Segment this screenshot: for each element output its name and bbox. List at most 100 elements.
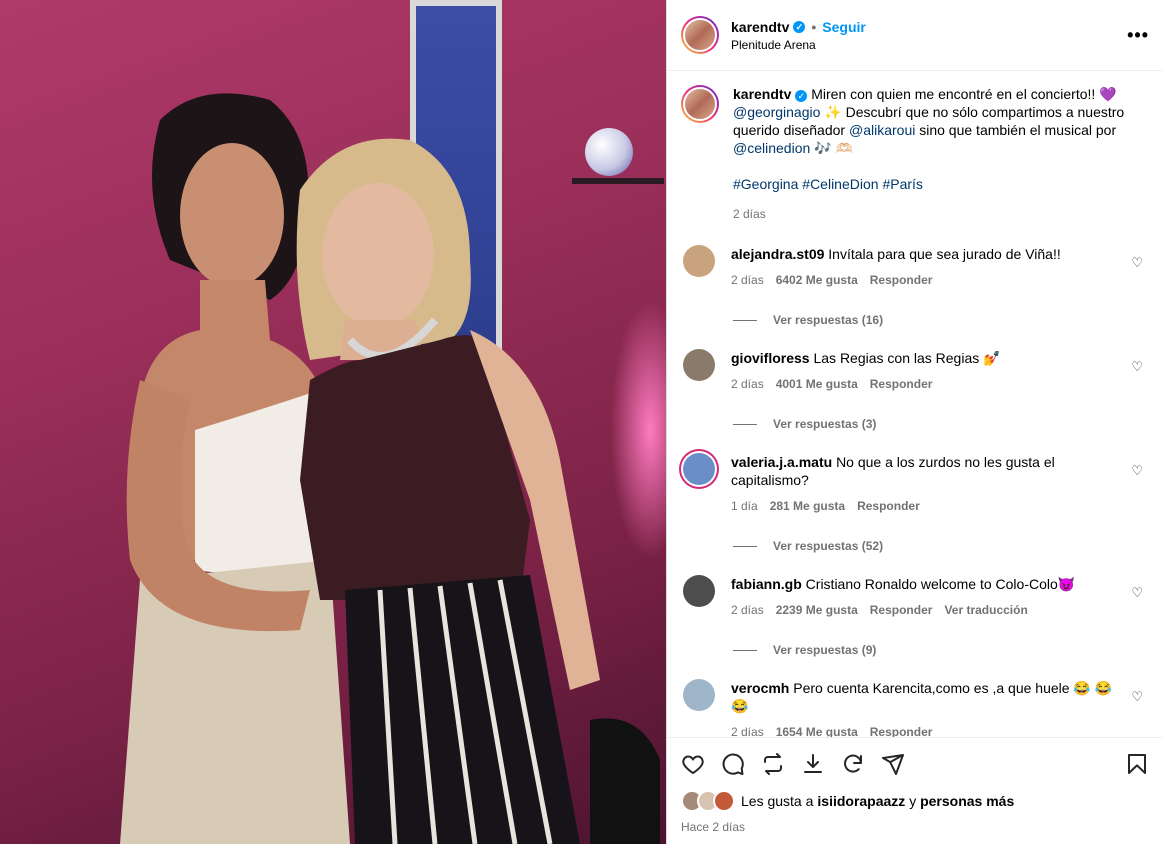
comment-like-heart-icon[interactable]: ♡ [1131,689,1143,705]
people-illustration [120,93,660,844]
comment-time[interactable]: 1 día [731,497,758,515]
view-replies-button[interactable]: Ver respuestas (52) [733,539,1149,553]
download-icon[interactable] [801,752,825,776]
comment-avatar[interactable] [683,349,715,381]
author-username[interactable]: karendtv [731,19,789,35]
replies-divider [733,423,757,425]
replies-divider [733,319,757,321]
comment-text: Cristiano Ronaldo welcome to Colo-Colo😈 [805,576,1076,592]
caption-avatar[interactable] [681,85,719,123]
comment-time[interactable]: 2 días [731,271,764,289]
comment-like-heart-icon[interactable]: ♡ [1131,255,1143,271]
caption-username[interactable]: karendtv [733,86,791,102]
comment-time[interactable]: 2 días [731,375,764,393]
comment-time[interactable]: 2 días [731,601,764,619]
comment-likes[interactable]: 4001 Me gusta [776,375,858,393]
likes-prefix: Les gusta a [741,793,814,809]
verified-badge-icon: ✓ [793,20,806,33]
comment-block: alejandra.st09 Invítala para que sea jur… [681,245,1149,327]
reply-button[interactable]: Responder [870,271,933,289]
comment-item: verocmh Pero cuenta Karencita,como es ,a… [681,679,1149,738]
mention-link[interactable]: @celinedion [733,140,810,156]
replies-label: Ver respuestas (16) [773,313,884,327]
caption-text-3: sino que también el musical por [915,122,1117,138]
caption-time[interactable]: 2 días [733,205,1149,223]
post-actions-bar: Les gusta a isiidorapaazz y personas más… [667,737,1163,844]
post-location[interactable]: Plenitude Arena [731,38,1127,52]
refresh-icon[interactable] [841,752,865,776]
bookmark-icon[interactable] [1125,752,1149,776]
reply-button[interactable]: Responder [857,497,920,515]
comment-item: valeria.j.a.matu No que a los zurdos no … [681,453,1149,515]
comment-username[interactable]: verocmh [731,680,789,696]
view-replies-button[interactable]: Ver respuestas (16) [733,313,1149,327]
post-caption: karendtv ✓ Miren con quien me encontré en… [681,71,1149,223]
post-photo[interactable] [0,0,666,844]
reply-button[interactable]: Responder [870,601,933,619]
comment-username[interactable]: valeria.j.a.matu [731,454,832,470]
follow-button[interactable]: Seguir [822,19,866,35]
comment-time[interactable]: 2 días [731,723,764,738]
comment-item: giovifloress Las Regias con las Regias 💅… [681,349,1149,393]
repost-icon[interactable] [761,752,785,776]
replies-divider [733,649,757,651]
verified-badge-icon: ✓ [795,90,808,102]
likes-summary: Les gusta a isiidorapaazz y personas más [681,790,1149,812]
more-options-icon[interactable]: ••• [1127,25,1149,46]
comment-avatar[interactable] [683,575,715,607]
replies-divider [733,545,757,547]
comment-item: alejandra.st09 Invítala para que sea jur… [681,245,1149,289]
post-header: karendtv ✓ • Seguir Plenitude Arena ••• [667,0,1163,71]
comment-text: Pero cuenta Karencita,como es ,a que hue… [731,680,1113,714]
translate-button[interactable]: Ver traducción [944,601,1027,619]
post-side-panel: karendtv ✓ • Seguir Plenitude Arena ••• … [666,0,1163,844]
replies-label: Ver respuestas (9) [773,643,877,657]
liker-avatar [713,790,735,812]
comment-avatar[interactable] [683,453,715,485]
reply-button[interactable]: Responder [870,375,933,393]
liker-avatars [681,790,735,812]
comment-username[interactable]: fabiann.gb [731,576,802,592]
separator-dot: • [811,18,817,35]
replies-label: Ver respuestas (3) [773,417,877,431]
post-age[interactable]: Hace 2 días [681,820,1149,834]
comment-avatar[interactable] [683,245,715,277]
hashtag-link[interactable]: #CelineDion [802,176,878,192]
comment-like-heart-icon[interactable]: ♡ [1131,359,1143,375]
mention-link[interactable]: @alikaroui [849,122,915,138]
reply-button[interactable]: Responder [870,723,933,738]
share-icon[interactable] [881,752,905,776]
heart-icon[interactable] [681,752,705,776]
comment-likes[interactable]: 6402 Me gusta [776,271,858,289]
liker-username[interactable]: isiidorapaazz [817,793,905,809]
comment-avatar[interactable] [683,679,715,711]
comment-like-heart-icon[interactable]: ♡ [1131,463,1143,479]
comment-username[interactable]: alejandra.st09 [731,246,824,262]
comment-block: giovifloress Las Regias con las Regias 💅… [681,349,1149,431]
comment-likes[interactable]: 281 Me gusta [770,497,845,515]
comment-text: Las Regias con las Regias 💅 [813,350,1001,366]
caption-text-1: Miren con quien me encontré en el concie… [807,86,1117,102]
comment-icon[interactable] [721,752,745,776]
comment-item: fabiann.gb Cristiano Ronaldo welcome to … [681,575,1149,619]
likes-others-link[interactable]: personas más [920,793,1014,809]
mention-link[interactable]: @georginagio [733,104,820,120]
author-avatar[interactable] [681,16,719,54]
comment-block: verocmh Pero cuenta Karencita,como es ,a… [681,679,1149,738]
caption-text-4: 🎶 🫶🏻 [810,140,853,156]
comment-text: Invítala para que sea jurado de Viña!! [828,246,1061,262]
hashtag-link[interactable]: #Georgina [733,176,798,192]
replies-label: Ver respuestas (52) [773,539,884,553]
comment-block: fabiann.gb Cristiano Ronaldo welcome to … [681,575,1149,657]
comments-scroll-area[interactable]: karendtv ✓ Miren con quien me encontré en… [667,71,1163,738]
view-replies-button[interactable]: Ver respuestas (9) [733,643,1149,657]
comment-username[interactable]: giovifloress [731,350,810,366]
comment-likes[interactable]: 1654 Me gusta [776,723,858,738]
comment-block: valeria.j.a.matu No que a los zurdos no … [681,453,1149,553]
comment-like-heart-icon[interactable]: ♡ [1131,585,1143,601]
likes-mid: y [905,793,921,809]
comments-list: alejandra.st09 Invítala para que sea jur… [681,245,1149,738]
view-replies-button[interactable]: Ver respuestas (3) [733,417,1149,431]
comment-likes[interactable]: 2239 Me gusta [776,601,858,619]
hashtag-link[interactable]: #París [882,176,922,192]
